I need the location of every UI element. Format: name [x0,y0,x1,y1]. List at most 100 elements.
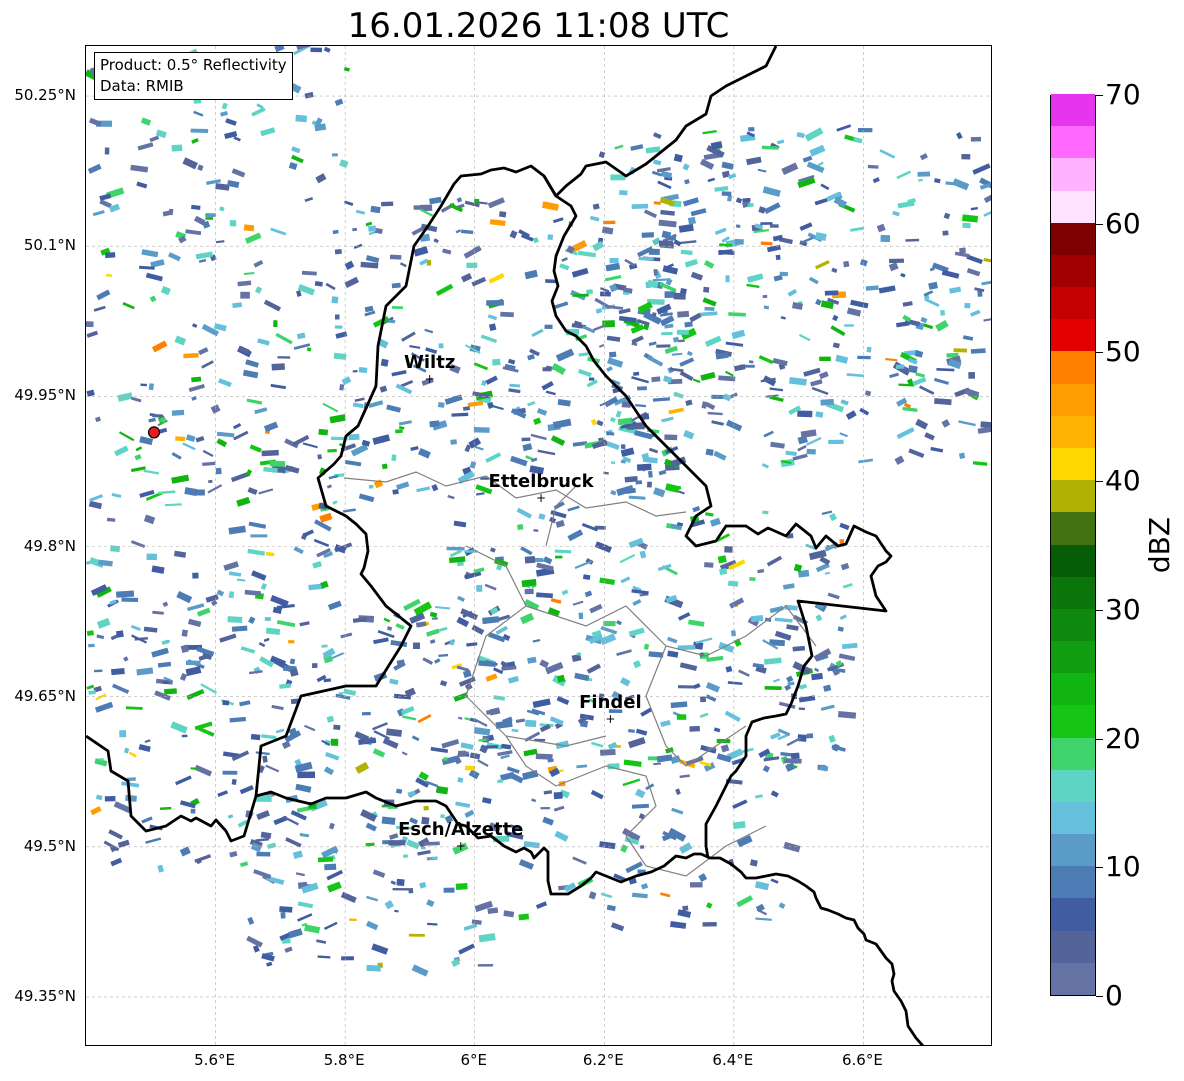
echo-cell [299,621,310,627]
echo-cell [908,448,925,458]
radar-map-canvas [86,46,991,1045]
echo-cell [197,164,204,171]
colorbar-tick [1096,352,1103,354]
echo-cell [635,480,643,485]
echo-cell [231,168,246,178]
echo-cell [651,312,657,317]
echo-cell [757,168,767,173]
echo-cell [251,570,267,581]
echo-cell [572,600,584,606]
echo-cell [215,467,222,475]
echo-cell [764,202,781,214]
echo-cell [279,906,293,913]
echo-cell [645,146,661,154]
echo-cell [522,769,539,781]
echo-cell [134,454,142,461]
echo-cell [265,551,275,557]
echo-cell [796,131,805,139]
echo-cell [92,210,105,217]
echo-cell [815,260,830,270]
echo-cell [258,488,274,495]
echo-cell [958,420,976,427]
echo-cell [788,376,807,386]
echo-cell [646,481,652,488]
echo-cell [190,128,209,133]
echo-cell [191,138,199,144]
echo-cell [123,747,130,754]
echo-cell [633,660,642,669]
echo-cell [653,762,662,766]
echo-cell [484,583,497,591]
echo-cell [700,311,718,317]
echo-cell [95,416,102,423]
echo-cell [653,132,662,139]
echo-cell [555,519,565,528]
echo-cell [398,420,412,426]
echo-cell [145,272,163,282]
echo-cell [136,181,148,189]
echo-cell [295,114,308,123]
echo-cell [915,372,925,378]
echo-cell [187,618,202,628]
echo-cell [682,163,690,171]
echo-cell [894,455,905,465]
echo-cell [297,901,314,909]
echo-cell [389,833,399,840]
echo-cell [144,739,151,743]
echo-cell [395,623,405,630]
echo-cell [304,91,314,99]
echo-cell [619,190,628,196]
echo-cell [121,597,139,602]
echo-cell [664,434,678,441]
echo-cell [310,47,323,53]
echo-cell [160,285,171,296]
echo-cell [518,913,530,921]
echo-cell [667,650,679,658]
echo-cell [170,721,188,734]
echo-cell [269,460,286,467]
echo-cell [919,385,935,395]
echo-cell [365,920,379,931]
echo-cell [769,224,779,228]
echo-cell [391,305,404,310]
echo-cell [527,353,535,361]
echo-cell [469,461,477,469]
echo-cell [542,367,552,372]
echo-cell [265,627,281,635]
echo-cell [267,842,277,850]
echo-cell [763,305,770,310]
lat-tick-label: 49.8°N [23,536,76,555]
echo-cell [970,348,986,354]
echo-cell [685,399,693,406]
echo-cell [449,549,463,558]
echo-cell [296,290,302,297]
echo-cell [444,394,463,405]
echo-cell [334,248,342,255]
echo-cell [900,272,906,278]
echo-cell [187,603,205,612]
echo-cell [284,946,293,953]
echo-cell [532,638,541,643]
echo-cell [543,790,553,795]
echo-cell [704,562,714,568]
echo-cell [467,400,484,408]
echo-cell [670,920,687,929]
echo-cell [239,861,249,868]
echo-cell [735,197,743,204]
echo-cell [317,955,331,959]
echo-cell [352,402,364,409]
echo-cell [599,633,617,646]
echo-cell [108,829,123,840]
echo-cell [836,124,852,132]
echo-cell [628,627,645,637]
echo-cell [725,370,734,377]
radar-map[interactable] [85,45,992,1046]
echo-cell [426,899,435,908]
echo-cell [508,388,521,394]
echo-cell [228,591,235,599]
echo-cell [722,393,732,402]
echo-cell [736,895,754,908]
colorbar-segment [1051,350,1095,384]
echo-cell [889,372,900,379]
echo-cell [332,500,338,505]
